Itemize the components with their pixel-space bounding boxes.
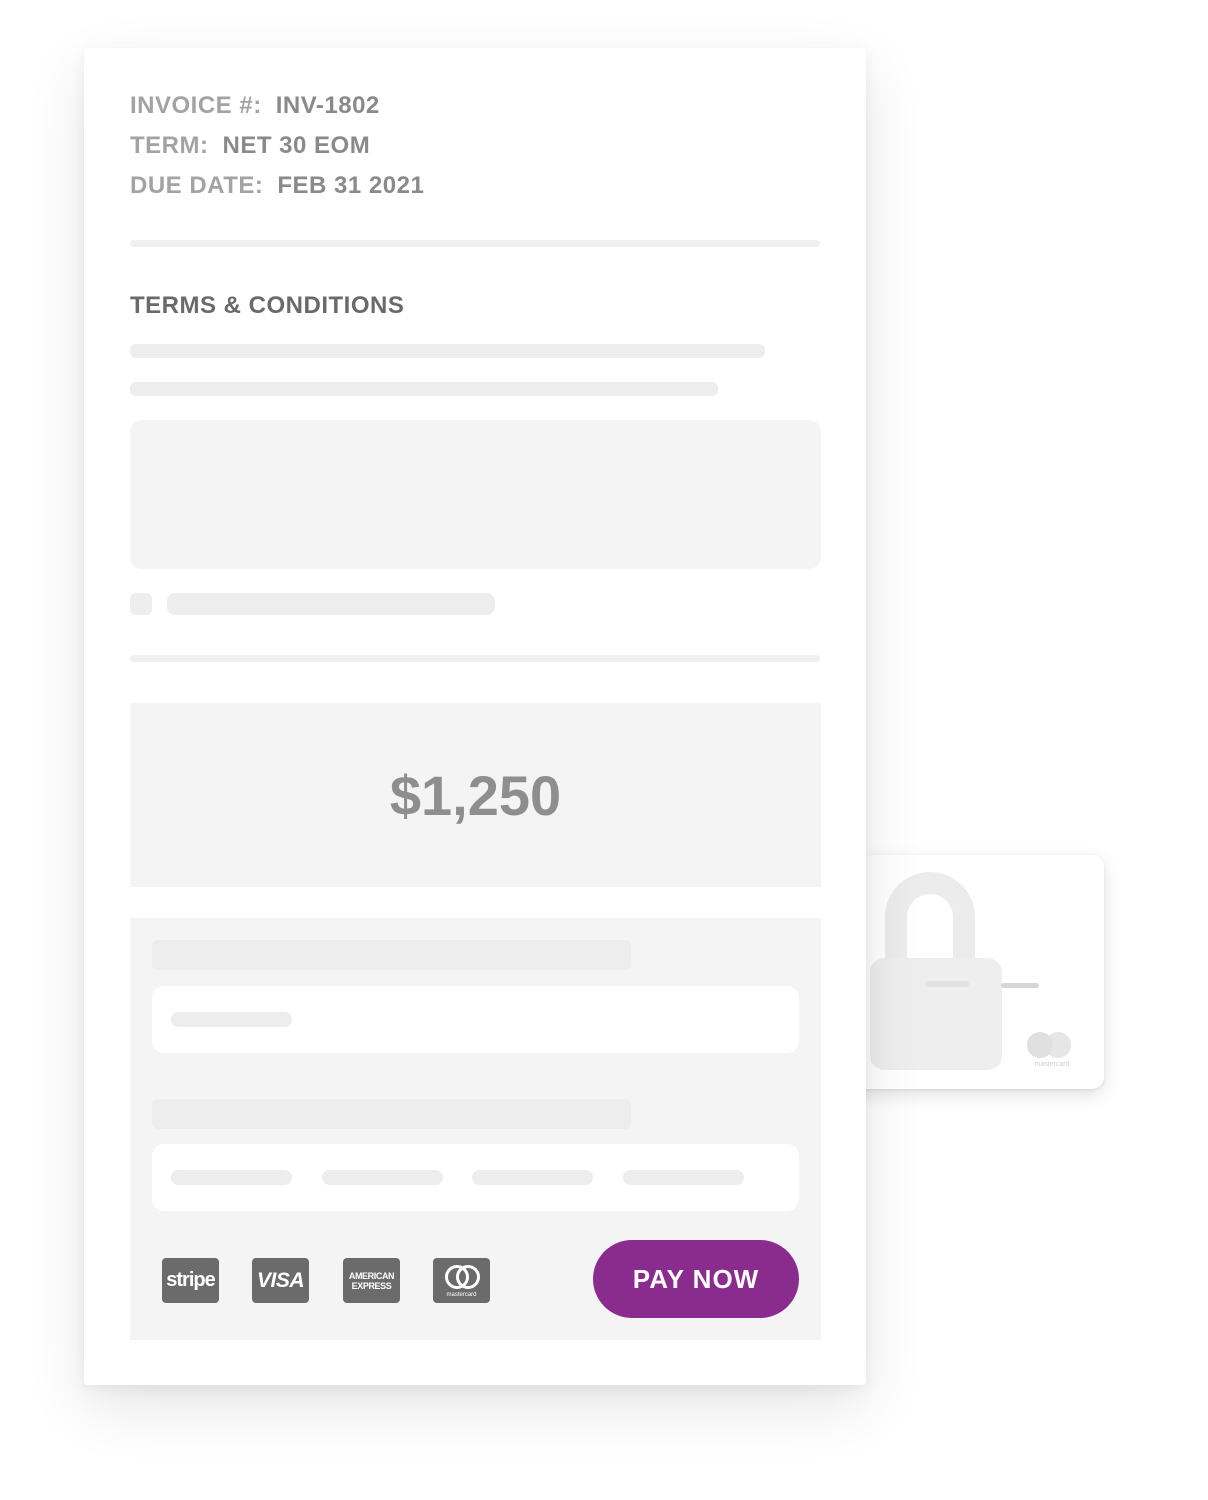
input-text-placeholder <box>171 1170 292 1185</box>
agree-checkbox[interactable] <box>130 593 152 615</box>
amex-text-line1: AMERICAN <box>348 1270 395 1281</box>
invoice-number-value: INV-1802 <box>275 92 380 119</box>
amex-text-line2: EXPRESS <box>351 1280 392 1291</box>
amex-icon: AMERICAN EXPRESS <box>343 1258 400 1303</box>
stripe-text: stripe <box>166 1269 215 1291</box>
input-text-placeholder <box>623 1170 744 1185</box>
mastercard-icon: mastercard <box>433 1258 490 1303</box>
card-mastercard-icon: mastercard <box>1027 1030 1077 1070</box>
term-value: NET 30 EOM <box>222 132 371 159</box>
amount-box: $1,250 <box>130 703 821 887</box>
card-number-input[interactable] <box>152 1144 799 1211</box>
amount-due: $1,250 <box>389 763 562 827</box>
visa-icon: VISA <box>252 1258 309 1303</box>
terms-title: TERMS & CONDITIONS <box>130 292 405 319</box>
due-date-row: DUE DATE: FEB 31 2021 <box>130 172 424 212</box>
invoice-meta: INVOICE #: INV-1802 TERM: NET 30 EOM DUE D… <box>130 92 424 212</box>
due-date-label: DUE DATE: <box>130 172 264 199</box>
invoice-number-row: INVOICE #: INV-1802 <box>130 92 424 132</box>
terms-content-box <box>130 420 821 569</box>
invoice-number-label: INVOICE #: <box>130 92 262 119</box>
card-name-input[interactable] <box>152 986 799 1053</box>
input-text-placeholder <box>322 1170 443 1185</box>
field-label-placeholder <box>152 940 631 970</box>
divider <box>130 655 820 662</box>
due-date-value: FEB 31 2021 <box>277 172 425 199</box>
payment-form: stripe VISA AMERICAN EXPRESS mastercard … <box>130 918 821 1340</box>
pay-now-button[interactable]: PAY NOW <box>593 1240 799 1318</box>
lock-icon <box>870 958 1002 1070</box>
term-row: TERM: NET 30 EOM <box>130 132 424 172</box>
card-number-line <box>1001 983 1039 988</box>
terms-text-placeholder <box>130 344 765 358</box>
term-label: TERM: <box>130 132 209 159</box>
card-brand-text: mastercard <box>1034 1061 1070 1068</box>
divider <box>130 240 820 247</box>
agree-label-placeholder <box>167 593 495 615</box>
mastercard-text: mastercard <box>446 1291 477 1298</box>
input-text-placeholder <box>472 1170 593 1185</box>
stripe-icon: stripe <box>162 1258 219 1303</box>
card-number-line <box>925 981 969 987</box>
terms-text-placeholder <box>130 382 718 396</box>
visa-text: VISA <box>256 1268 305 1292</box>
input-text-placeholder <box>171 1012 292 1027</box>
invoice-panel: INVOICE #: INV-1802 TERM: NET 30 EOM DUE D… <box>84 48 866 1385</box>
field-label-placeholder <box>152 1099 631 1129</box>
